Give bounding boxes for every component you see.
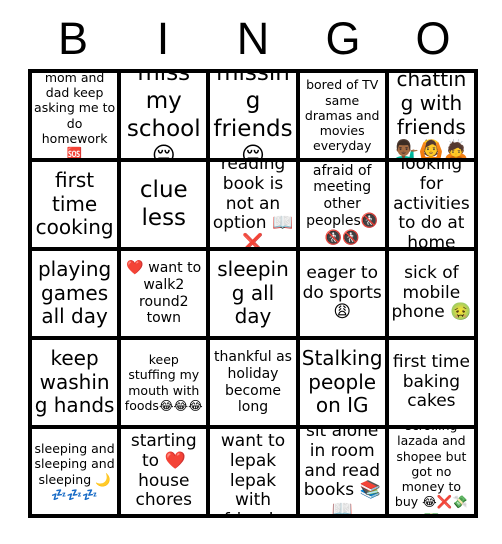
bingo-cell-text: thankful as holiday become long [214, 348, 292, 416]
bingo-cell-text: sleeping and sleeping and sleeping 🌙💤💤💤 [34, 441, 115, 502]
bingo-cell[interactable]: first time cooking [32, 162, 118, 247]
bingo-cell[interactable]: thankful as holiday become long [210, 340, 296, 425]
bingo-cell[interactable]: clue less [121, 162, 207, 247]
bingo-grid: mom and dad keep asking me to do homewor… [28, 69, 478, 518]
bingo-cell[interactable]: sit alone in room and read books 📚📖 [299, 429, 385, 514]
bingo-cell-text: first time cooking [35, 168, 114, 240]
bingo-cell[interactable]: first time baking cakes [388, 340, 474, 425]
bingo-cell-text: first time baking cakes [392, 351, 470, 412]
bingo-cell[interactable]: keep washing hands [32, 340, 118, 425]
bingo-header: B I N G O [28, 8, 478, 68]
bingo-cell-text: starting to ❤️ house chores [130, 430, 197, 511]
bingo-cell[interactable]: scrolling lazada and shopee but got no m… [388, 429, 474, 514]
bingo-cell-text: heart want to lepak lepak with friends [220, 429, 286, 514]
bingo-cell[interactable]: mom and dad keep asking me to do homewor… [32, 73, 118, 158]
bingo-cell-text: eager to do sports 😩 [302, 262, 382, 323]
bingo-cell[interactable]: looking for activities to do at home [388, 162, 474, 247]
bingo-cell[interactable]: miss my school 😔 [121, 73, 207, 158]
bingo-cell-text: scrolling lazada and shopee but got no m… [394, 429, 468, 514]
header-letter-o: O [415, 12, 451, 64]
bingo-cell[interactable]: sick of mobile phone 🤢 [388, 251, 474, 336]
bingo-cell[interactable]: starting to ❤️ house chores [121, 429, 207, 514]
bingo-cell[interactable]: chatting with friends💁🏾‍♂️🙆🙇 [388, 73, 474, 158]
bingo-cell[interactable]: reading book is not an option 📖❌ [210, 162, 296, 247]
bingo-cell-text: missing friends 😔 [213, 73, 293, 158]
bingo-cell-text: reading book is not an option 📖❌ [212, 162, 294, 247]
bingo-cell[interactable]: sleeping and sleeping and sleeping 🌙💤💤💤 [32, 429, 118, 514]
bingo-cell[interactable]: eager to do sports 😩 [299, 251, 385, 336]
bingo-cell-text: looking for activities to do at home [393, 162, 470, 247]
bingo-cell-text: keep stuffing my mouth with foods😂😂😂 [124, 352, 203, 413]
bingo-cell-text: keep washing hands [34, 346, 115, 418]
bingo-cell-text: ❤️ want to walk2 round2 town [126, 259, 202, 327]
header-letter-i: I [156, 12, 170, 64]
bingo-cell-text: miss my school 😔 [126, 73, 201, 158]
bingo-cell[interactable]: ❤️ want to walk2 round2 town [121, 251, 207, 336]
header-letter-b: B [57, 12, 88, 64]
bingo-cell[interactable]: missing friends 😔 [210, 73, 296, 158]
bingo-cell-text: mom and dad keep asking me to do homewor… [34, 73, 116, 158]
bingo-card: B I N G O mom and dad keep asking me to … [0, 0, 502, 544]
bingo-cell-text: afraid of meeting other peoples🚷🚷🚷 [306, 162, 379, 246]
bingo-cell-text: playing games all day [37, 257, 112, 329]
bingo-cell-text: bored of TV same dramas and movies every… [304, 77, 380, 154]
bingo-cell[interactable]: playing games all day [32, 251, 118, 336]
bingo-cell[interactable]: bored of TV same dramas and movies every… [299, 73, 385, 158]
bingo-cell-text: Stalking people on IG [301, 346, 383, 418]
bingo-cell[interactable]: keep stuffing my mouth with foods😂😂😂 [121, 340, 207, 425]
bingo-cell[interactable]: heart want to lepak lepak with friends [210, 429, 296, 514]
bingo-cell-text: sleeping all day [217, 257, 289, 329]
header-letter-n: N [236, 12, 270, 64]
bingo-cell-text: chatting with friends💁🏾‍♂️🙆🙇 [394, 73, 469, 158]
bingo-cell-text: clue less [139, 176, 188, 231]
bingo-cell[interactable]: sleeping all day [210, 251, 296, 336]
bingo-cell-text: sit alone in room and read books 📚📖 [303, 429, 381, 514]
header-letter-g: G [325, 12, 361, 64]
bingo-cell-text: sick of mobile phone 🤢 [391, 262, 472, 323]
bingo-cell[interactable]: Stalking people on IG [299, 340, 385, 425]
bingo-cell[interactable]: afraid of meeting other peoples🚷🚷🚷 [299, 162, 385, 247]
